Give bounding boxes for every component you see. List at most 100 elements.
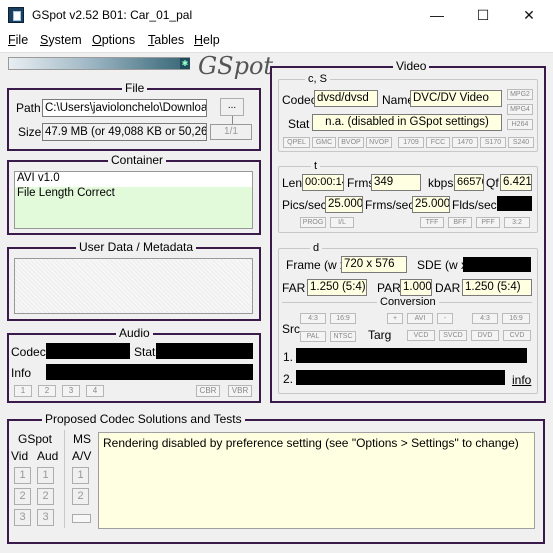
video-stat-label: Stat (288, 117, 310, 131)
il-tag: I/L (330, 217, 354, 228)
ms-column-label: MS (73, 432, 91, 446)
video-codec-label: Codec (282, 93, 317, 107)
kbps-label: kbps (428, 176, 454, 190)
video-stat-field: n.a. (disabled in GSpot settings) (312, 114, 502, 131)
minimize-button[interactable]: — (414, 0, 460, 30)
audio-stat-field (156, 343, 253, 359)
menu-system[interactable]: System (40, 33, 82, 47)
audio-info-field (46, 364, 253, 380)
qf-label: Qf (486, 176, 499, 190)
vid-solution-1[interactable]: 1 (14, 467, 31, 484)
pff-tag: PFF (476, 217, 500, 228)
userdata-area (14, 258, 253, 314)
targ-svcd-tag: SVCD (439, 330, 467, 341)
src-label: Src (282, 322, 300, 336)
audio-track-4[interactable]: 4 (86, 385, 104, 397)
container-line: File Length Correct (15, 187, 252, 202)
audio-track-1[interactable]: 1 (14, 385, 32, 397)
src-ntsc-tag: NTSC (330, 331, 356, 342)
far-label: FAR (282, 281, 306, 295)
progress-end-icon: ✱ (180, 58, 190, 69)
par-field: 1.000 (400, 279, 432, 296)
audio-track-3[interactable]: 3 (62, 385, 80, 397)
bvop-tag: BVOP (338, 137, 364, 148)
gspot-logo: GSpot (198, 52, 274, 80)
tff-tag: TFF (420, 217, 444, 228)
aud-solution-1[interactable]: 1 (37, 467, 54, 484)
s240-tag: S240 (508, 137, 534, 148)
nvop-tag: NVOP (366, 137, 392, 148)
targ-plus-tag[interactable]: + (387, 313, 403, 324)
frame-field: 720 x 576 (341, 256, 407, 273)
part-counter: 1/1 (210, 124, 252, 140)
src-16-9-tag: 16:9 (330, 313, 356, 324)
av-solution-1[interactable]: 1 (72, 467, 89, 484)
frms-sec-field: 25.000 (412, 196, 450, 213)
container-line: AVI v1.0 (17, 172, 60, 184)
vid-solution-3[interactable]: 3 (14, 509, 31, 526)
codec-solutions-title: Proposed Codec Solutions and Tests (42, 412, 245, 426)
size-field: 47.9 MB (or 49,088 KB or 50,266, (42, 123, 207, 141)
targ-16-9-tag: 16:9 (502, 313, 530, 324)
window-title: GSpot v2.52 B01: Car_01_pal (32, 8, 193, 22)
1470-tag: 1470 (452, 137, 478, 148)
s170-tag: S170 (480, 137, 506, 148)
size-label: Size (18, 125, 42, 139)
bff-tag: BFF (448, 217, 472, 228)
dar-field: 1.250 (5:4) (462, 279, 532, 296)
gspot-column-label: GSpot (18, 432, 53, 446)
src-4-3-tag: 4:3 (300, 313, 326, 324)
menu-help[interactable]: Help (194, 33, 220, 47)
path-label: Path (16, 101, 41, 115)
par-label: PAR (377, 281, 401, 295)
vid-label: Vid (11, 449, 29, 463)
codec-subgroup-title: c, S (305, 73, 330, 85)
video-name-field: DVC/DV Video (410, 90, 502, 107)
audio-codec-label: Codec (11, 345, 46, 359)
container-group-title: Container (108, 153, 167, 167)
path-field[interactable]: C:\Users\javiolonchelo\Downloads (42, 99, 207, 117)
32-pulldown-tag: 3:2 (504, 217, 530, 228)
kbps-field: 66576 (454, 174, 484, 191)
row-2-label: 2. (283, 372, 294, 386)
mpg4-tag: MPG4 (507, 104, 533, 115)
qpel-tag: QPEL (283, 137, 310, 148)
vid-solution-2[interactable]: 2 (14, 488, 31, 505)
browse-button[interactable]: ... (220, 98, 244, 116)
menu-bar (0, 30, 553, 52)
fcc-tag: FCC (426, 137, 450, 148)
maximize-button[interactable]: ☐ (460, 0, 506, 30)
audio-track-2[interactable]: 2 (38, 385, 56, 397)
close-button[interactable]: ✕ (506, 0, 552, 30)
frame-label: Frame (w x (286, 258, 346, 272)
codec-message-area: Rendering disabled by preference setting… (98, 432, 535, 529)
dar-label: DAR (435, 281, 461, 295)
file-group-title: File (122, 81, 148, 95)
sde-label: SDE (w x (417, 258, 468, 272)
targ-minus-tag[interactable]: - (437, 313, 453, 324)
av-solution-slot (72, 514, 91, 523)
info-link[interactable]: info (512, 373, 531, 387)
time-subgroup-title: t (311, 160, 321, 172)
connector-line (232, 116, 233, 124)
audio-codec-field (46, 343, 130, 359)
menu-options[interactable]: Options (92, 33, 135, 47)
targ-avi-tag: AVI (407, 313, 433, 324)
menu-tables[interactable]: Tables (148, 33, 184, 47)
progress-bar (8, 57, 190, 70)
targ-dvd-tag: DVD (471, 330, 499, 341)
far-field: 1.250 (5:4) (307, 279, 367, 296)
row-1-label: 1. (283, 350, 294, 364)
row-1-field (296, 348, 527, 363)
sde-field (463, 257, 531, 272)
menu-file[interactable]: File (8, 33, 28, 47)
aud-solution-2[interactable]: 2 (37, 488, 54, 505)
video-group-title: Video (393, 59, 430, 73)
aud-solution-3[interactable]: 3 (37, 509, 54, 526)
av-solution-2[interactable]: 2 (72, 488, 89, 505)
prog-tag: PROG (300, 217, 326, 228)
frms-field: 349 (371, 174, 421, 191)
row-2-field (296, 370, 505, 385)
targ-cvd-tag: CVD (503, 330, 531, 341)
audio-info-label: Info (11, 366, 32, 380)
